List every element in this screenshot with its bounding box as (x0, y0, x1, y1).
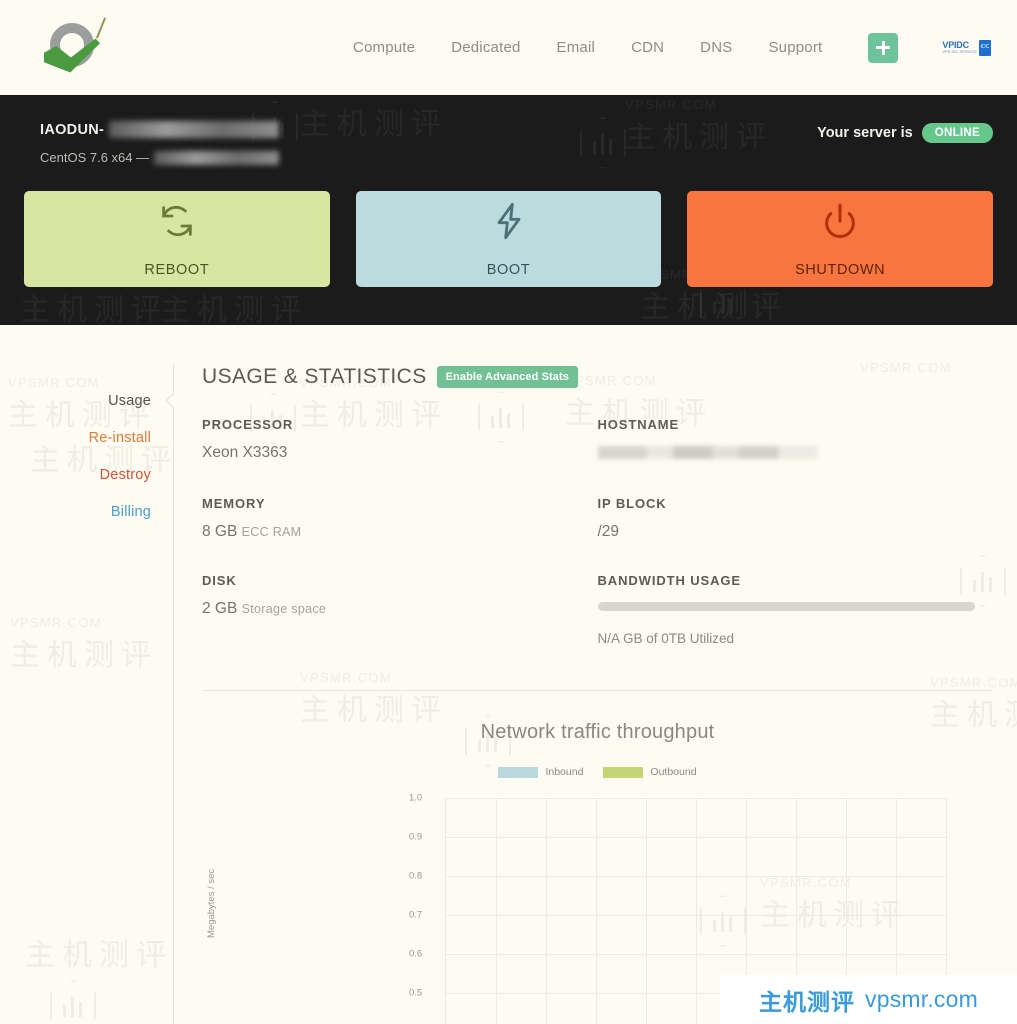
watermark-cn: 主机测评 (640, 282, 788, 326)
corner-watermark-en: vpsmr.com (865, 986, 978, 1013)
disk-unit: Storage space (242, 602, 327, 616)
legend-item-outbound[interactable]: Outbound (603, 766, 696, 778)
stat-label: MEMORY (202, 496, 580, 511)
stat-label: DISK (202, 573, 580, 588)
stat-ip-block: IP BLOCK /29 (598, 496, 994, 541)
chart-y-axis-label: Megabytes / sec (206, 869, 217, 938)
stat-processor: PROCESSOR Xeon X3363 (202, 417, 598, 464)
nav-link-email[interactable]: Email (557, 39, 596, 56)
chart-gridline-vertical (496, 798, 497, 1024)
page-root: Compute Dedicated Email CDN DNS Support … (0, 0, 1017, 1024)
section-header: USAGE & STATISTICS Enable Advanced Stats (202, 365, 993, 389)
stat-memory: MEMORY 8 GB ECC RAM (202, 496, 598, 541)
chart-y-tick: 0.8 (409, 871, 422, 882)
sidebar-item-usage[interactable]: Usage (24, 393, 151, 409)
bandwidth-progress-bar (598, 602, 976, 611)
chart-y-tick: 0.6 (409, 949, 422, 960)
bandwidth-usage-text: N/A GB of 0TB Utilized (598, 631, 976, 646)
vpidc-badge: VPIDC VPS IDC SERVICE IDC (942, 40, 991, 56)
chart-y-tick: 1.0 (409, 793, 422, 804)
server-os: CentOS 7.6 x64 — (40, 150, 279, 165)
server-status-label: Your server is (817, 125, 913, 141)
main-content: Usage Re-install Destroy Billing USAGE &… (0, 325, 1017, 1024)
legend-label: Inbound (545, 766, 583, 778)
chart-title: Network traffic throughput (202, 721, 993, 744)
stat-bandwidth: BANDWIDTH USAGE N/A GB of 0TB Utilized (598, 573, 994, 646)
enable-advanced-stats-button[interactable]: Enable Advanced Stats (437, 366, 578, 388)
stat-value: 8 GB ECC RAM (202, 523, 580, 541)
nav-link-dedicated[interactable]: Dedicated (451, 39, 520, 56)
stat-value: /29 (598, 523, 976, 541)
corner-watermark-cn: 主机测评 (759, 983, 855, 1017)
add-button[interactable] (868, 33, 898, 63)
memory-amount: 8 GB (202, 523, 237, 540)
watermark-cn: 主机测评 (160, 285, 308, 329)
chart-gridline-vertical (596, 798, 597, 1024)
chart-y-tick: 0.7 (409, 910, 422, 921)
memory-unit: ECC RAM (242, 525, 302, 539)
content-panel: USAGE & STATISTICS Enable Advanced Stats… (174, 365, 993, 1024)
corner-watermark: 主机测评 vpsmr.com (720, 975, 1017, 1024)
reboot-button[interactable]: REBOOT (24, 191, 330, 287)
shutdown-button[interactable]: SHUTDOWN (687, 191, 993, 287)
stat-hostname: HOSTNAME (598, 417, 994, 464)
boot-button[interactable]: BOOT (356, 191, 662, 287)
server-os-text: CentOS 7.6 x64 — (40, 150, 149, 165)
stat-label: PROCESSOR (202, 417, 580, 432)
logo-stick (96, 17, 106, 38)
stat-value: Xeon X3363 (202, 444, 580, 462)
boot-label: BOOT (487, 262, 531, 278)
nav-link-dns[interactable]: DNS (700, 39, 732, 56)
power-icon (820, 201, 860, 246)
legend-swatch-inbound (498, 767, 538, 778)
sidebar-item-billing[interactable]: Billing (24, 504, 151, 520)
legend-item-inbound[interactable]: Inbound (498, 766, 583, 778)
chart-y-tick: 0.5 (409, 988, 422, 999)
legend-label: Outbound (650, 766, 696, 778)
chart-y-tick: 0.9 (409, 832, 422, 843)
hostname-redacted-value (598, 446, 818, 459)
nav-link-cdn[interactable]: CDN (631, 39, 664, 56)
stat-value: 2 GB Storage space (202, 600, 580, 618)
chart-gridline-vertical (646, 798, 647, 1024)
shutdown-label: SHUTDOWN (795, 262, 885, 278)
watermark-cn: 主机测评 (20, 285, 168, 329)
page-title: USAGE & STATISTICS (202, 365, 427, 389)
stat-label: HOSTNAME (598, 417, 976, 432)
disk-amount: 2 GB (202, 600, 237, 617)
server-header: IAODUN- CentOS 7.6 x64 — Your server is … (24, 121, 993, 165)
reboot-label: REBOOT (144, 262, 209, 278)
top-navigation-bar: Compute Dedicated Email CDN DNS Support … (0, 0, 1017, 95)
chart-gridline-vertical (546, 798, 547, 1024)
lightning-icon (489, 201, 529, 246)
server-name: IAODUN- (40, 121, 279, 138)
status-badge: ONLINE (922, 123, 993, 143)
server-status: Your server is ONLINE (817, 121, 993, 143)
server-os-redacted (154, 151, 279, 165)
nav-links: Compute Dedicated Email CDN DNS Support … (353, 33, 995, 63)
server-panel-inner: IAODUN- CentOS 7.6 x64 — Your server is … (24, 121, 993, 287)
stat-label: BANDWIDTH USAGE (598, 573, 976, 588)
vpidc-label: VPIDC VPS IDC SERVICE (942, 41, 977, 55)
legend-swatch-outbound (603, 767, 643, 778)
sidebar: Usage Re-install Destroy Billing (24, 365, 174, 1024)
nav-link-support[interactable]: Support (768, 39, 822, 56)
server-action-buttons: REBOOT BOOT SHUTDO (24, 191, 993, 287)
brand-logo-icon[interactable] (42, 17, 106, 79)
chart-gridline-vertical (696, 798, 697, 1024)
server-name-prefix: IAODUN- (40, 122, 104, 138)
chart-legend: Inbound Outbound (202, 766, 993, 778)
stats-grid: PROCESSOR Xeon X3363 HOSTNAME MEMORY 8 G… (202, 417, 993, 678)
vpidc-chip: IDC (979, 40, 991, 56)
nav-link-compute[interactable]: Compute (353, 39, 415, 56)
stat-label: IP BLOCK (598, 496, 976, 511)
refresh-icon (157, 201, 197, 246)
server-control-panel: 主机测评 VPSMR.COM 主机测评 VPSMR.COM 主机测评 VPSMR… (0, 95, 1017, 325)
sidebar-item-reinstall[interactable]: Re-install (24, 430, 151, 446)
server-name-redacted (109, 121, 279, 138)
watermark-en: VPSMR.COM (625, 97, 773, 112)
stat-disk: DISK 2 GB Storage space (202, 573, 598, 646)
sidebar-item-destroy[interactable]: Destroy (24, 467, 151, 483)
